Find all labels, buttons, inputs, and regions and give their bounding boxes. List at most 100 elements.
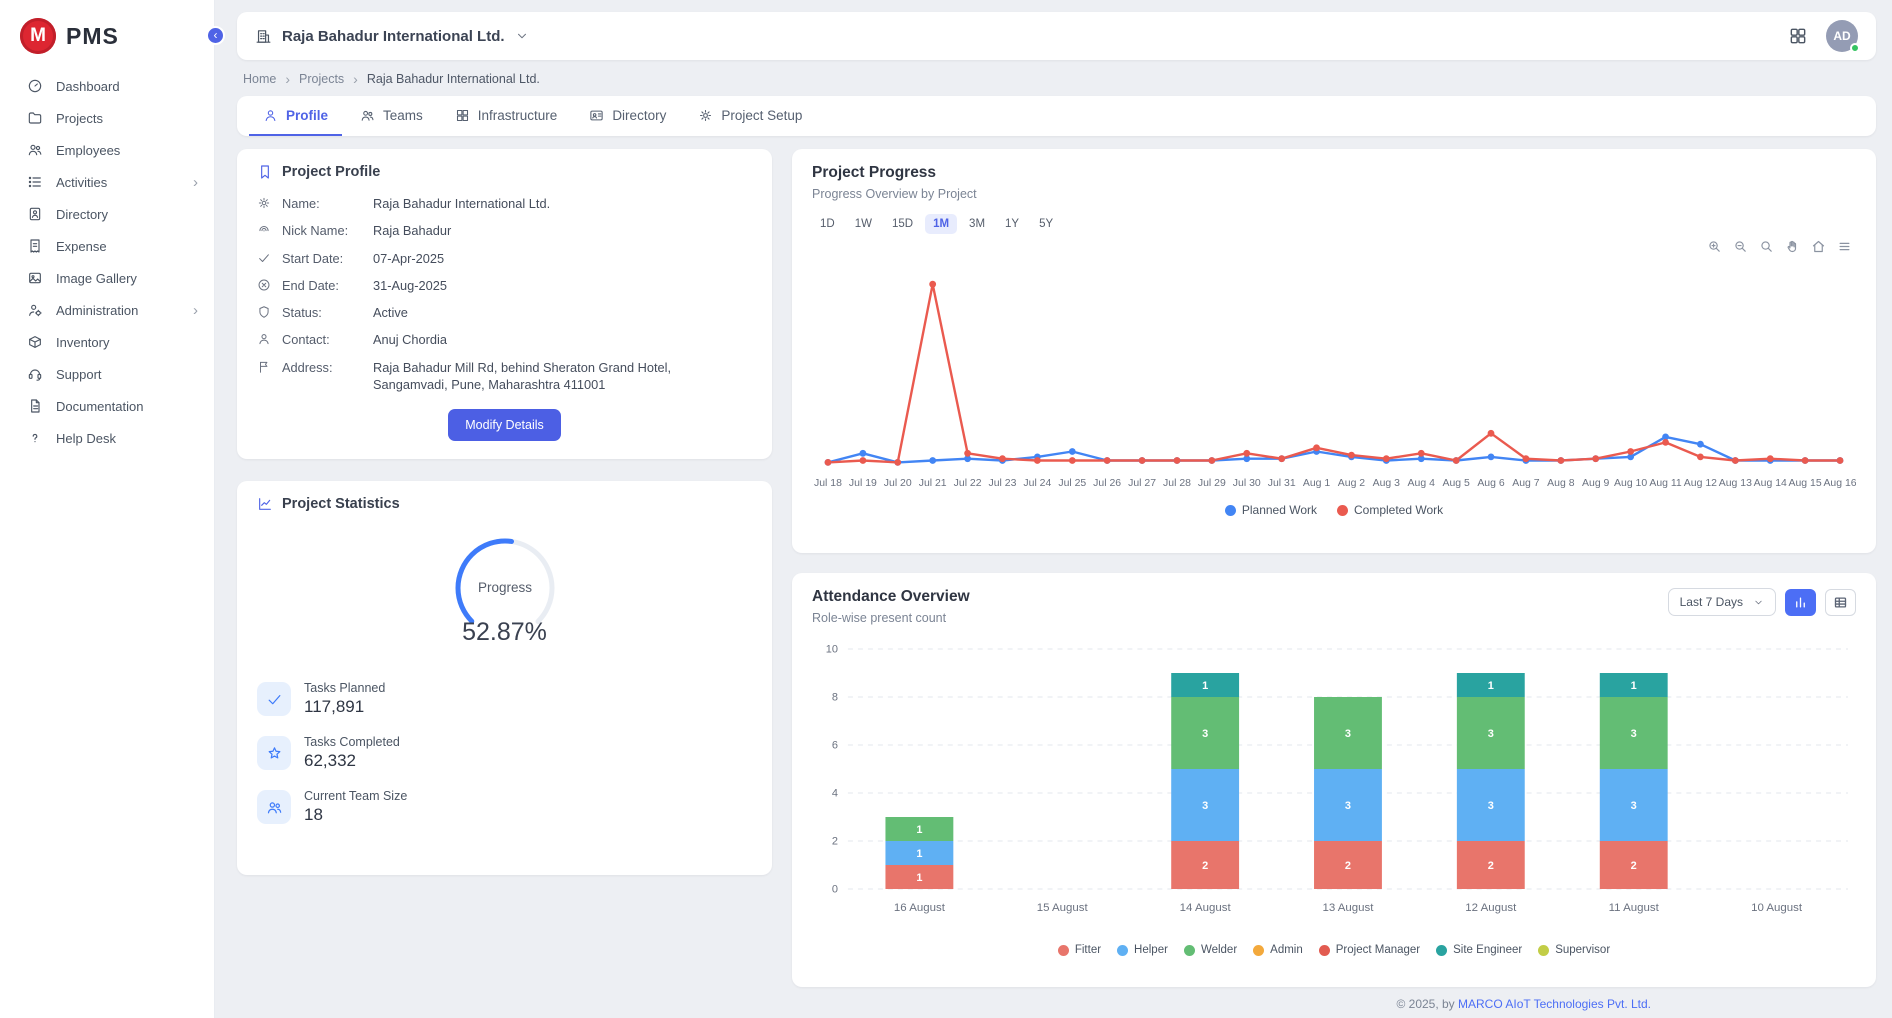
chart-line-icon [257,496,273,512]
legend-item-helper[interactable]: Helper [1117,944,1168,956]
legend-item-project-manager[interactable]: Project Manager [1319,944,1420,956]
menu-icon[interactable] [1837,239,1852,254]
zoom-out-icon[interactable] [1733,239,1748,254]
sidebar-item-employees[interactable]: Employees [0,134,214,166]
legend-item-planned-work[interactable]: Planned Work [1225,503,1317,517]
svg-text:Aug 8: Aug 8 [1547,478,1575,489]
svg-text:Aug 4: Aug 4 [1408,478,1436,489]
svg-text:3: 3 [1631,800,1637,812]
tab-teams[interactable]: Teams [346,96,437,136]
top-header-bar: Raja Bahadur International Ltd. AD [237,12,1876,60]
svg-text:Aug 14: Aug 14 [1754,478,1787,489]
svg-text:2: 2 [1488,860,1494,872]
field-label: Nick Name: [282,222,362,239]
sidebar-collapse-button[interactable]: ‹ [206,26,225,45]
attendance-chart[interactable]: 024681016 August11115 August14 August233… [812,635,1856,937]
tabs-bar: Profile Teams Infrastructure Directory P… [237,96,1876,136]
sidebar-item-label: Employees [56,143,120,158]
svg-text:Aug 7: Aug 7 [1512,478,1540,489]
sidebar-item-activities[interactable]: Activities › [0,166,214,198]
svg-text:12 August: 12 August [1465,902,1517,914]
breadcrumb-projects[interactable]: Projects [299,72,344,86]
svg-text:Aug 3: Aug 3 [1373,478,1401,489]
range-button-1w[interactable]: 1W [847,214,880,234]
sidebar-item-directory[interactable]: Directory [0,198,214,230]
stat-tasks-completed: Tasks Completed 62,332 [257,735,752,771]
project-progress-chart[interactable]: Jul 18Jul 19Jul 20Jul 21Jul 22Jul 23Jul … [812,248,1856,498]
bar-chart-legend: Fitter Helper Welder Admin Project Manager Si… [812,944,1856,956]
sidebar-item-expense[interactable]: Expense [0,230,214,262]
company-selector[interactable]: Raja Bahadur International Ltd. [255,28,529,45]
breadcrumb-home[interactable]: Home [243,72,276,86]
sidebar-item-label: Dashboard [56,79,120,94]
modify-details-button[interactable]: Modify Details [448,409,561,441]
tab-label: Profile [286,108,328,123]
tab-directory[interactable]: Directory [575,96,680,136]
sidebar-item-help-desk[interactable]: Help Desk [0,422,214,454]
tab-profile[interactable]: Profile [249,96,342,136]
online-status-dot [1850,43,1860,53]
range-button-1y[interactable]: 1Y [997,214,1027,234]
range-button-15d[interactable]: 15D [884,214,921,234]
sidebar-item-documentation[interactable]: Documentation [0,390,214,422]
range-button-3m[interactable]: 3M [961,214,993,234]
svg-text:Jul 26: Jul 26 [1093,478,1121,489]
legend-item-completed-work[interactable]: Completed Work [1337,503,1443,517]
range-button-1m[interactable]: 1M [925,214,957,234]
brand[interactable]: M PMS [0,12,214,70]
stat-label: Tasks Completed [304,735,400,749]
user-avatar[interactable]: AD [1826,20,1858,52]
stat-label: Current Team Size [304,789,407,803]
sidebar-item-image-gallery[interactable]: Image Gallery [0,262,214,294]
field-name: Name: Raja Bahadur International Ltd. [257,195,752,212]
users-icon [360,108,375,123]
svg-text:Aug 6: Aug 6 [1477,478,1505,489]
legend-item-admin[interactable]: Admin [1253,944,1303,956]
chevron-down-icon [1753,597,1764,608]
svg-text:2: 2 [1202,860,1208,872]
legend-item-supervisor[interactable]: Supervisor [1538,944,1610,956]
svg-text:Aug 12: Aug 12 [1684,478,1717,489]
legend-item-welder[interactable]: Welder [1184,944,1237,956]
svg-text:Aug 1: Aug 1 [1303,478,1331,489]
range-button-5y[interactable]: 5Y [1031,214,1061,234]
dashboard-icon [27,78,43,94]
sidebar-item-dashboard[interactable]: Dashboard [0,70,214,102]
image-gallery-icon [27,270,43,286]
user-icon [263,108,278,123]
svg-text:Aug 9: Aug 9 [1582,478,1610,489]
footer-company-link[interactable]: MARCO AIoT Technologies Pvt. Ltd. [1458,997,1651,1011]
projects-icon [27,110,43,126]
flag-icon [257,360,271,374]
svg-text:Jul 31: Jul 31 [1268,478,1296,489]
svg-text:16 August: 16 August [894,902,946,914]
footer-text: © 2025, by [1396,997,1458,1011]
range-buttons: 1D1W15D1M3M1Y5Y [812,214,1856,234]
legend-item-site-engineer[interactable]: Site Engineer [1436,944,1522,956]
sidebar-item-administration[interactable]: Administration › [0,294,214,326]
bar-view-button[interactable] [1785,589,1816,616]
field-status: Status: Active [257,304,752,321]
days-filter-select[interactable]: Last 7 Days [1668,588,1776,616]
home-icon[interactable] [1811,239,1826,254]
stat-value: 18 [304,805,407,825]
sidebar-item-label: Administration [56,303,138,318]
apps-grid-icon[interactable] [1788,26,1808,46]
sidebar-item-label: Inventory [56,335,109,350]
gear-icon [257,196,271,210]
zoom-in-icon[interactable] [1707,239,1722,254]
project-progress-subtitle: Progress Overview by Project [812,187,1856,201]
sidebar-item-inventory[interactable]: Inventory [0,326,214,358]
chevron-right-icon: › [193,303,198,318]
sidebar-item-projects[interactable]: Projects [0,102,214,134]
zoom-selection-icon[interactable] [1759,239,1774,254]
sidebar-item-support[interactable]: Support [0,358,214,390]
svg-text:Aug 2: Aug 2 [1338,478,1366,489]
range-button-1d[interactable]: 1D [812,214,843,234]
legend-item-fitter[interactable]: Fitter [1058,944,1101,956]
tab-infrastructure[interactable]: Infrastructure [441,96,572,136]
tab-project-setup[interactable]: Project Setup [684,96,816,136]
table-view-button[interactable] [1825,589,1856,616]
pan-icon[interactable] [1785,239,1800,254]
field-value: Active [373,304,408,321]
